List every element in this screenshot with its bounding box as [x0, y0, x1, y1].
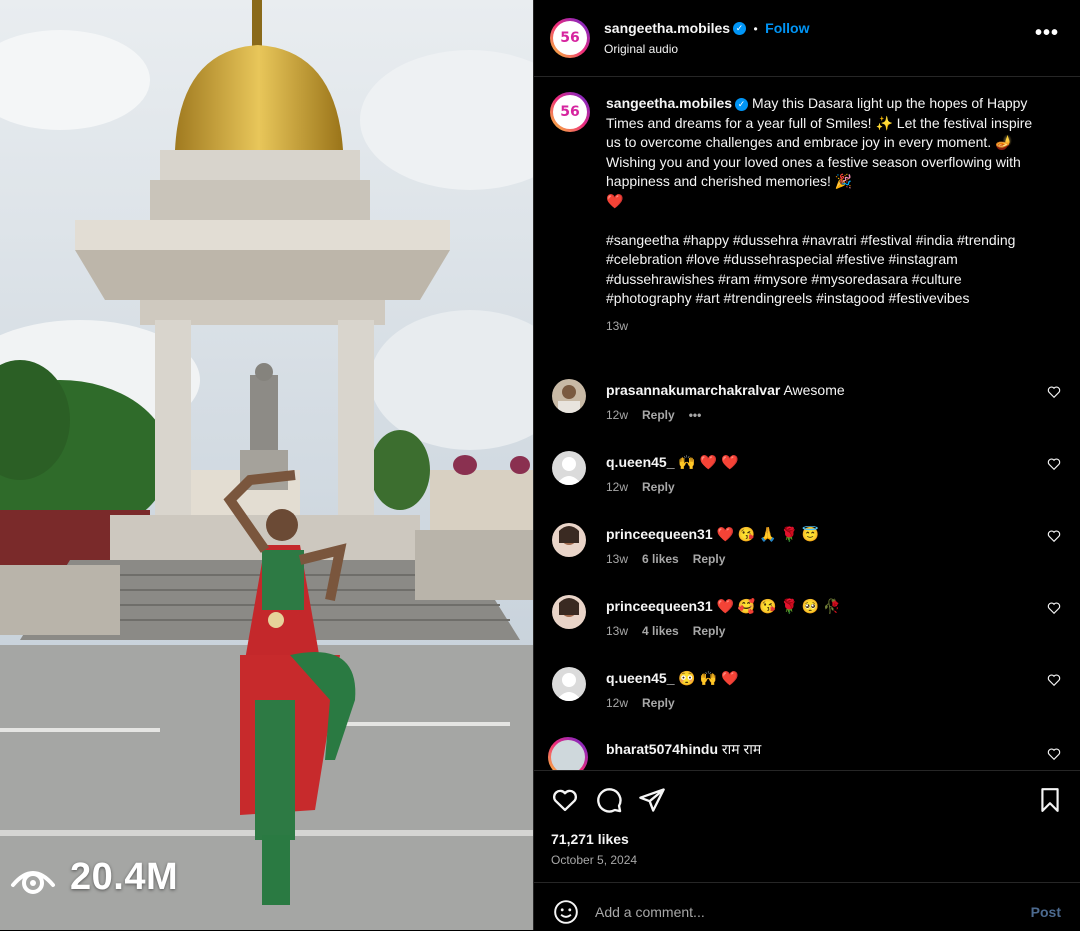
- comment-avatar[interactable]: [552, 523, 586, 557]
- comment-avatar[interactable]: [552, 667, 586, 701]
- comment-username[interactable]: princeequeen31: [606, 526, 713, 542]
- comment-meta: 12w Reply: [606, 480, 675, 494]
- comment-likes[interactable]: 4 likes: [642, 624, 679, 638]
- likes-count[interactable]: 71,271 likes: [551, 831, 629, 847]
- comment-icon[interactable]: [595, 786, 623, 814]
- post-actions: 71,271 likes October 5, 2024: [534, 770, 1080, 883]
- post-caption: sangeetha.mobiles ✓ May this Dasara light…: [606, 94, 1046, 337]
- media-illustration: [0, 0, 533, 930]
- view-count-value: 20.4M: [70, 856, 179, 898]
- comment-item: q.ueen45_ 🙌 ❤️ ❤️ 12w Reply: [534, 451, 1080, 501]
- bookmark-icon[interactable]: [1037, 786, 1063, 814]
- profile-photo-icon: [559, 598, 579, 617]
- comment-like-heart-icon[interactable]: [1047, 673, 1061, 687]
- comment-text: princeequeen31 ❤️ 😘 🙏 🌹 😇: [606, 526, 819, 543]
- add-comment-bar: Add a comment... Post: [534, 882, 1080, 931]
- comment-time: 12w: [606, 696, 629, 710]
- heart-icon[interactable]: [551, 786, 579, 814]
- comment-username[interactable]: princeequeen31: [606, 598, 713, 614]
- caption-username[interactable]: sangeetha.mobiles: [606, 95, 732, 111]
- comment-text: q.ueen45_ 😳 🙌 ❤️: [606, 670, 738, 687]
- profile-photo-icon: [558, 385, 580, 413]
- post-comment-button[interactable]: Post: [1031, 904, 1061, 920]
- separator-dot: •: [753, 22, 758, 36]
- default-avatar-icon: [556, 457, 582, 485]
- comment-text: prasannakumarchakralvar Awesome: [606, 382, 845, 398]
- comment-avatar-photo: [551, 740, 585, 770]
- more-options-icon[interactable]: •••: [1035, 22, 1059, 45]
- comment-input[interactable]: Add a comment...: [595, 904, 705, 920]
- comment-like-heart-icon[interactable]: [1047, 601, 1061, 615]
- profile-photo-icon: [559, 526, 579, 545]
- emoji-icon[interactable]: [553, 899, 579, 925]
- comment-avatar[interactable]: [548, 737, 588, 770]
- comment-meta: 12w Reply •••: [606, 408, 701, 422]
- caption-avatar[interactable]: 56: [550, 92, 590, 132]
- comment-text: princeequeen31 ❤️ 🥰 😘 🌹 🥺 🥀: [606, 598, 841, 615]
- verified-badge-icon: ✓: [733, 22, 747, 36]
- comment-like-heart-icon[interactable]: [1047, 747, 1061, 761]
- comment-more-button[interactable]: •••: [689, 408, 702, 422]
- comment-body: 😳 🙌 ❤️: [678, 670, 739, 686]
- comment-item: princeequeen31 ❤️ 😘 🙏 🌹 😇 13w 6 likes Re…: [534, 523, 1080, 573]
- eye-icon: [11, 870, 55, 894]
- comment-username[interactable]: prasannakumarchakralvar: [606, 382, 780, 398]
- caption-heart-emoji: ❤️: [606, 192, 624, 209]
- caption-time: 13w: [606, 318, 629, 333]
- comment-time: 12w: [606, 480, 629, 494]
- post-header: 56 sangeetha.mobiles ✓ • Follow Original …: [534, 0, 1080, 77]
- comment-text: q.ueen45_ 🙌 ❤️ ❤️: [606, 454, 738, 471]
- view-count: 20.4M: [10, 856, 178, 899]
- comment-meta: 13w 6 likes Reply: [606, 552, 725, 566]
- comment-item: q.ueen45_ 😳 🙌 ❤️ 12w Reply: [534, 667, 1080, 717]
- comment-meta: 12w Reply: [606, 696, 675, 710]
- share-icon[interactable]: [638, 786, 666, 814]
- comment-meta: 13w 4 likes Reply: [606, 624, 725, 638]
- comment-time: 12w: [606, 408, 629, 422]
- comment-time: 13w: [606, 624, 629, 638]
- comment-like-heart-icon[interactable]: [1047, 457, 1061, 471]
- comment-avatar[interactable]: [552, 595, 586, 629]
- reply-button[interactable]: Reply: [642, 408, 675, 422]
- follow-button[interactable]: Follow: [765, 20, 809, 36]
- author-username[interactable]: sangeetha.mobiles: [604, 20, 730, 36]
- comment-likes[interactable]: 6 likes: [642, 552, 679, 566]
- comment-text: bharat5074hindu राम राम: [606, 740, 761, 759]
- post-side-panel: 56 sangeetha.mobiles ✓ • Follow Original …: [533, 0, 1080, 930]
- audio-link[interactable]: Original audio: [604, 42, 678, 56]
- comment-body: ❤️ 🥰 😘 🌹 🥺 🥀: [716, 598, 841, 614]
- comment-avatar[interactable]: [552, 451, 586, 485]
- comment-username[interactable]: q.ueen45_: [606, 454, 674, 470]
- comment-time: 13w: [606, 552, 629, 566]
- caption-avatar-logo: 56: [553, 95, 587, 129]
- comment-body: ❤️ 😘 🙏 🌹 😇: [716, 526, 820, 542]
- comment-item: bharat5074hindu राम राम: [534, 737, 1080, 770]
- header-title-row: sangeetha.mobiles ✓ • Follow: [604, 20, 809, 38]
- comment-item: princeequeen31 ❤️ 🥰 😘 🌹 🥺 🥀 13w 4 likes …: [534, 595, 1080, 645]
- author-avatar[interactable]: 56: [550, 18, 590, 58]
- post-date[interactable]: October 5, 2024: [551, 853, 637, 867]
- comment-body: Awesome: [783, 382, 845, 398]
- reply-button[interactable]: Reply: [693, 552, 726, 566]
- comment-like-heart-icon[interactable]: [1047, 385, 1061, 399]
- comment-like-heart-icon[interactable]: [1047, 529, 1061, 543]
- comment-body: 🙌 ❤️ ❤️: [678, 454, 739, 470]
- verified-badge-icon: ✓: [735, 97, 749, 111]
- default-avatar-icon: [556, 673, 582, 701]
- comment-item: prasannakumarchakralvar Awesome 12w Repl…: [534, 379, 1080, 429]
- reply-button[interactable]: Reply: [642, 696, 675, 710]
- comment-body: राम राम: [721, 741, 762, 757]
- reply-button[interactable]: Reply: [642, 480, 675, 494]
- caption-hashtags[interactable]: #sangeetha #happy #dussehra #navratri #f…: [606, 231, 1046, 309]
- reply-button[interactable]: Reply: [693, 624, 726, 638]
- comment-username[interactable]: bharat5074hindu: [606, 741, 718, 757]
- author-avatar-logo: 56: [553, 21, 587, 55]
- comment-username[interactable]: q.ueen45_: [606, 670, 674, 686]
- post-media[interactable]: 20.4M: [0, 0, 533, 930]
- comment-avatar[interactable]: [552, 379, 586, 413]
